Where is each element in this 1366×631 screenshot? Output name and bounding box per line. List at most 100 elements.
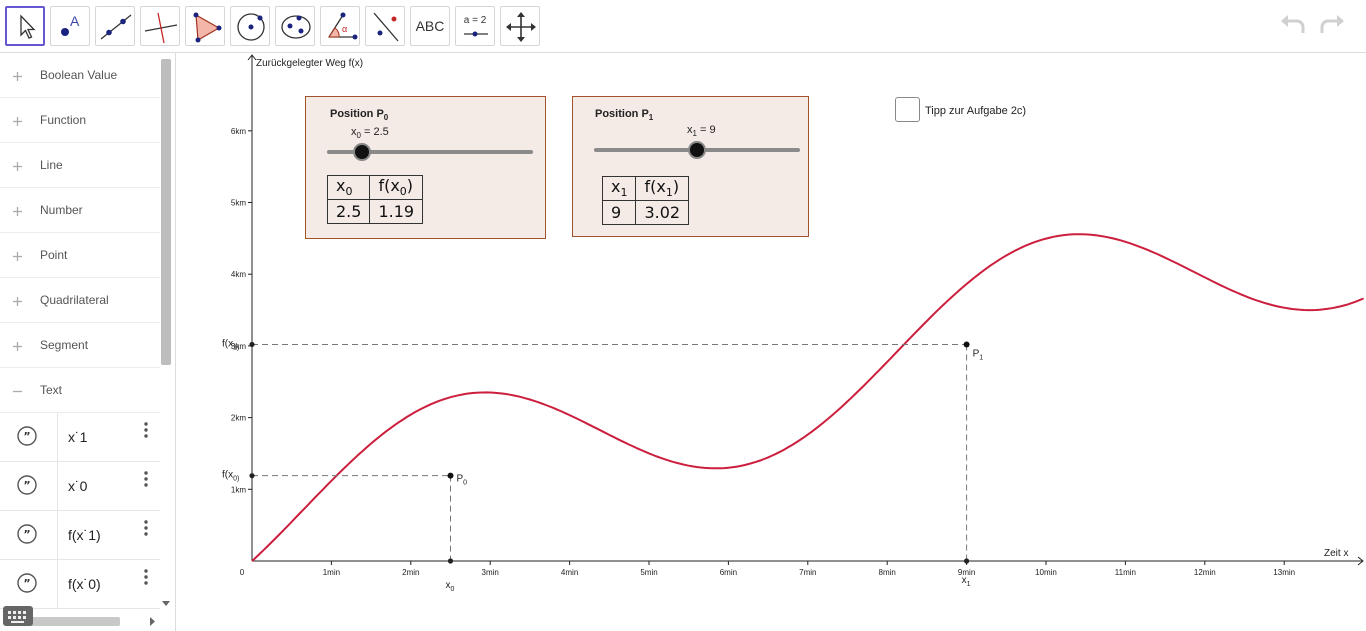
visibility-marble-icon[interactable]: ” [17, 475, 37, 495]
table-cell-fx1: 3.02 [635, 200, 690, 225]
y-tick-label: 6km [231, 127, 246, 136]
point-p0-label: P0 [457, 474, 468, 487]
table-cell-x1: 9 [601, 200, 637, 225]
category-function[interactable]: Function [0, 98, 160, 143]
table-cell-x0: 2.5 [326, 199, 371, 224]
x-tick-label: 4min [561, 568, 578, 577]
position-p1-title: Position P1 [595, 108, 654, 123]
text-tool-label: ABC [415, 18, 445, 34]
angle-tool-button[interactable]: α [320, 6, 360, 46]
circle-tool-button[interactable] [230, 6, 270, 46]
algebra-item[interactable]: ” x˙0 [0, 462, 160, 511]
category-label: Point [40, 248, 68, 262]
move-graphics-view-tool-button[interactable] [500, 6, 540, 46]
visibility-marble-icon[interactable]: ” [17, 524, 37, 544]
y-axis-point-0[interactable] [249, 473, 255, 479]
x-tick-label: 2min [402, 568, 419, 577]
more-options-icon[interactable] [143, 470, 149, 488]
category-label: Text [40, 383, 63, 397]
table-header-x1: x1 [601, 176, 637, 201]
angle-icon: α [328, 12, 358, 40]
algebra-item-label: f(x˙0) [68, 576, 101, 592]
line-tool-button[interactable] [95, 6, 135, 46]
redo-icon[interactable] [1316, 13, 1346, 39]
visibility-marble-icon[interactable]: ” [17, 426, 37, 446]
scroll-down-arrow-icon[interactable] [162, 601, 170, 607]
x-tick-label: 12min [1194, 568, 1216, 577]
collapse-icon[interactable] [11, 385, 24, 398]
x0-axis-label: x0 [446, 580, 455, 593]
x0-slider-knob[interactable] [353, 143, 372, 161]
x-tick-label: 8min [879, 568, 896, 577]
expand-icon[interactable] [11, 295, 24, 308]
ellipse-tool-button[interactable] [275, 6, 315, 46]
more-options-icon[interactable] [143, 519, 149, 537]
hint-checkbox-label: Tipp zur Aufgabe 2c) [925, 105, 1027, 117]
x-tick-label: 11min [1115, 568, 1136, 577]
category-point[interactable]: Point [0, 233, 160, 278]
expand-icon[interactable] [11, 205, 24, 218]
expand-icon[interactable] [11, 340, 24, 353]
x-tick-label: 6min [720, 568, 737, 577]
category-quadrilateral[interactable]: Quadrilateral [0, 278, 160, 323]
fx0-axis-label: f(x0) [222, 470, 239, 483]
svg-text:”: ” [23, 430, 30, 443]
category-line[interactable]: Line [0, 143, 160, 188]
ellipse-icon [281, 15, 311, 39]
scroll-right-arrow-icon[interactable] [150, 617, 156, 626]
expand-icon[interactable] [11, 250, 24, 263]
expand-icon[interactable] [11, 70, 24, 83]
x-tick-label: 10min [1035, 568, 1057, 577]
move-tool-button[interactable] [5, 6, 45, 46]
y-tick-label: 2km [231, 414, 246, 423]
function-curve[interactable] [251, 233, 1364, 562]
category-number[interactable]: Number [0, 188, 160, 233]
slider-icon [464, 31, 488, 37]
graphics-view[interactable]: Zeit x Zurückgelegter Weg f(x) 0 1min 2min 3m… [176, 53, 1366, 631]
perpendicular-line-icon [144, 12, 178, 44]
y-tick-label: 4km [231, 270, 246, 279]
vertical-scrollbar[interactable] [161, 59, 171, 365]
algebra-item[interactable]: ” f(x˙0) [0, 560, 160, 609]
table-header-x0: x0 [326, 175, 371, 200]
y-axis-point-1[interactable] [249, 341, 255, 348]
category-boolean-value[interactable]: Boolean Value [0, 53, 160, 98]
hint-checkbox[interactable] [895, 97, 920, 122]
table-header-fx1: f(x1) [635, 176, 690, 201]
undo-icon[interactable] [1279, 13, 1309, 39]
x-tick-label: 1min [323, 568, 340, 577]
svg-text:”: ” [23, 577, 30, 590]
x-axis-point-1[interactable] [964, 558, 970, 564]
more-options-icon[interactable] [143, 568, 149, 586]
x-axis-point-0[interactable] [447, 558, 454, 564]
y-tick-label: 5km [231, 199, 246, 208]
expand-icon[interactable] [11, 160, 24, 173]
point-tool-button[interactable]: A [50, 6, 90, 46]
polygon-tool-button[interactable] [185, 6, 225, 46]
keyboard-icon[interactable] [3, 606, 33, 626]
curve-point-p1[interactable] [963, 341, 970, 348]
x1-slider-knob[interactable] [688, 141, 706, 159]
category-segment[interactable]: Segment [0, 323, 160, 368]
expand-icon[interactable] [11, 115, 24, 128]
perpendicular-line-tool-button[interactable] [140, 6, 180, 46]
text-tool-button[interactable]: ABC [410, 6, 450, 46]
visibility-marble-icon[interactable]: ” [17, 573, 37, 593]
x1-slider-value: x1 = 9 [687, 124, 716, 139]
position-p0-title: Position P0 [330, 108, 389, 123]
category-label: Number [40, 203, 83, 217]
algebra-item[interactable]: ” f(x˙1) [0, 511, 160, 560]
position-p1-panel: Position P1 x1 = 9 x1 f(x1) 9 3.02 [572, 96, 809, 237]
more-options-icon[interactable] [143, 421, 149, 439]
reflect-tool-button[interactable] [365, 6, 405, 46]
curve-point-p0[interactable] [447, 472, 454, 479]
category-text[interactable]: Text [0, 368, 160, 413]
algebra-view: Boolean Value Function Line Number Point Quad… [0, 53, 176, 631]
x-tick-label: 5min [640, 568, 657, 577]
p0-value-table: x0 f(x0) 2.5 1.19 [326, 175, 424, 224]
slider-tool-button[interactable]: a = 2 [455, 6, 495, 46]
algebra-item[interactable]: ” x˙1 [0, 413, 160, 462]
polygon-icon [193, 12, 222, 43]
move-arrows-icon [506, 12, 536, 42]
x-tick-label: 3min [482, 568, 499, 577]
